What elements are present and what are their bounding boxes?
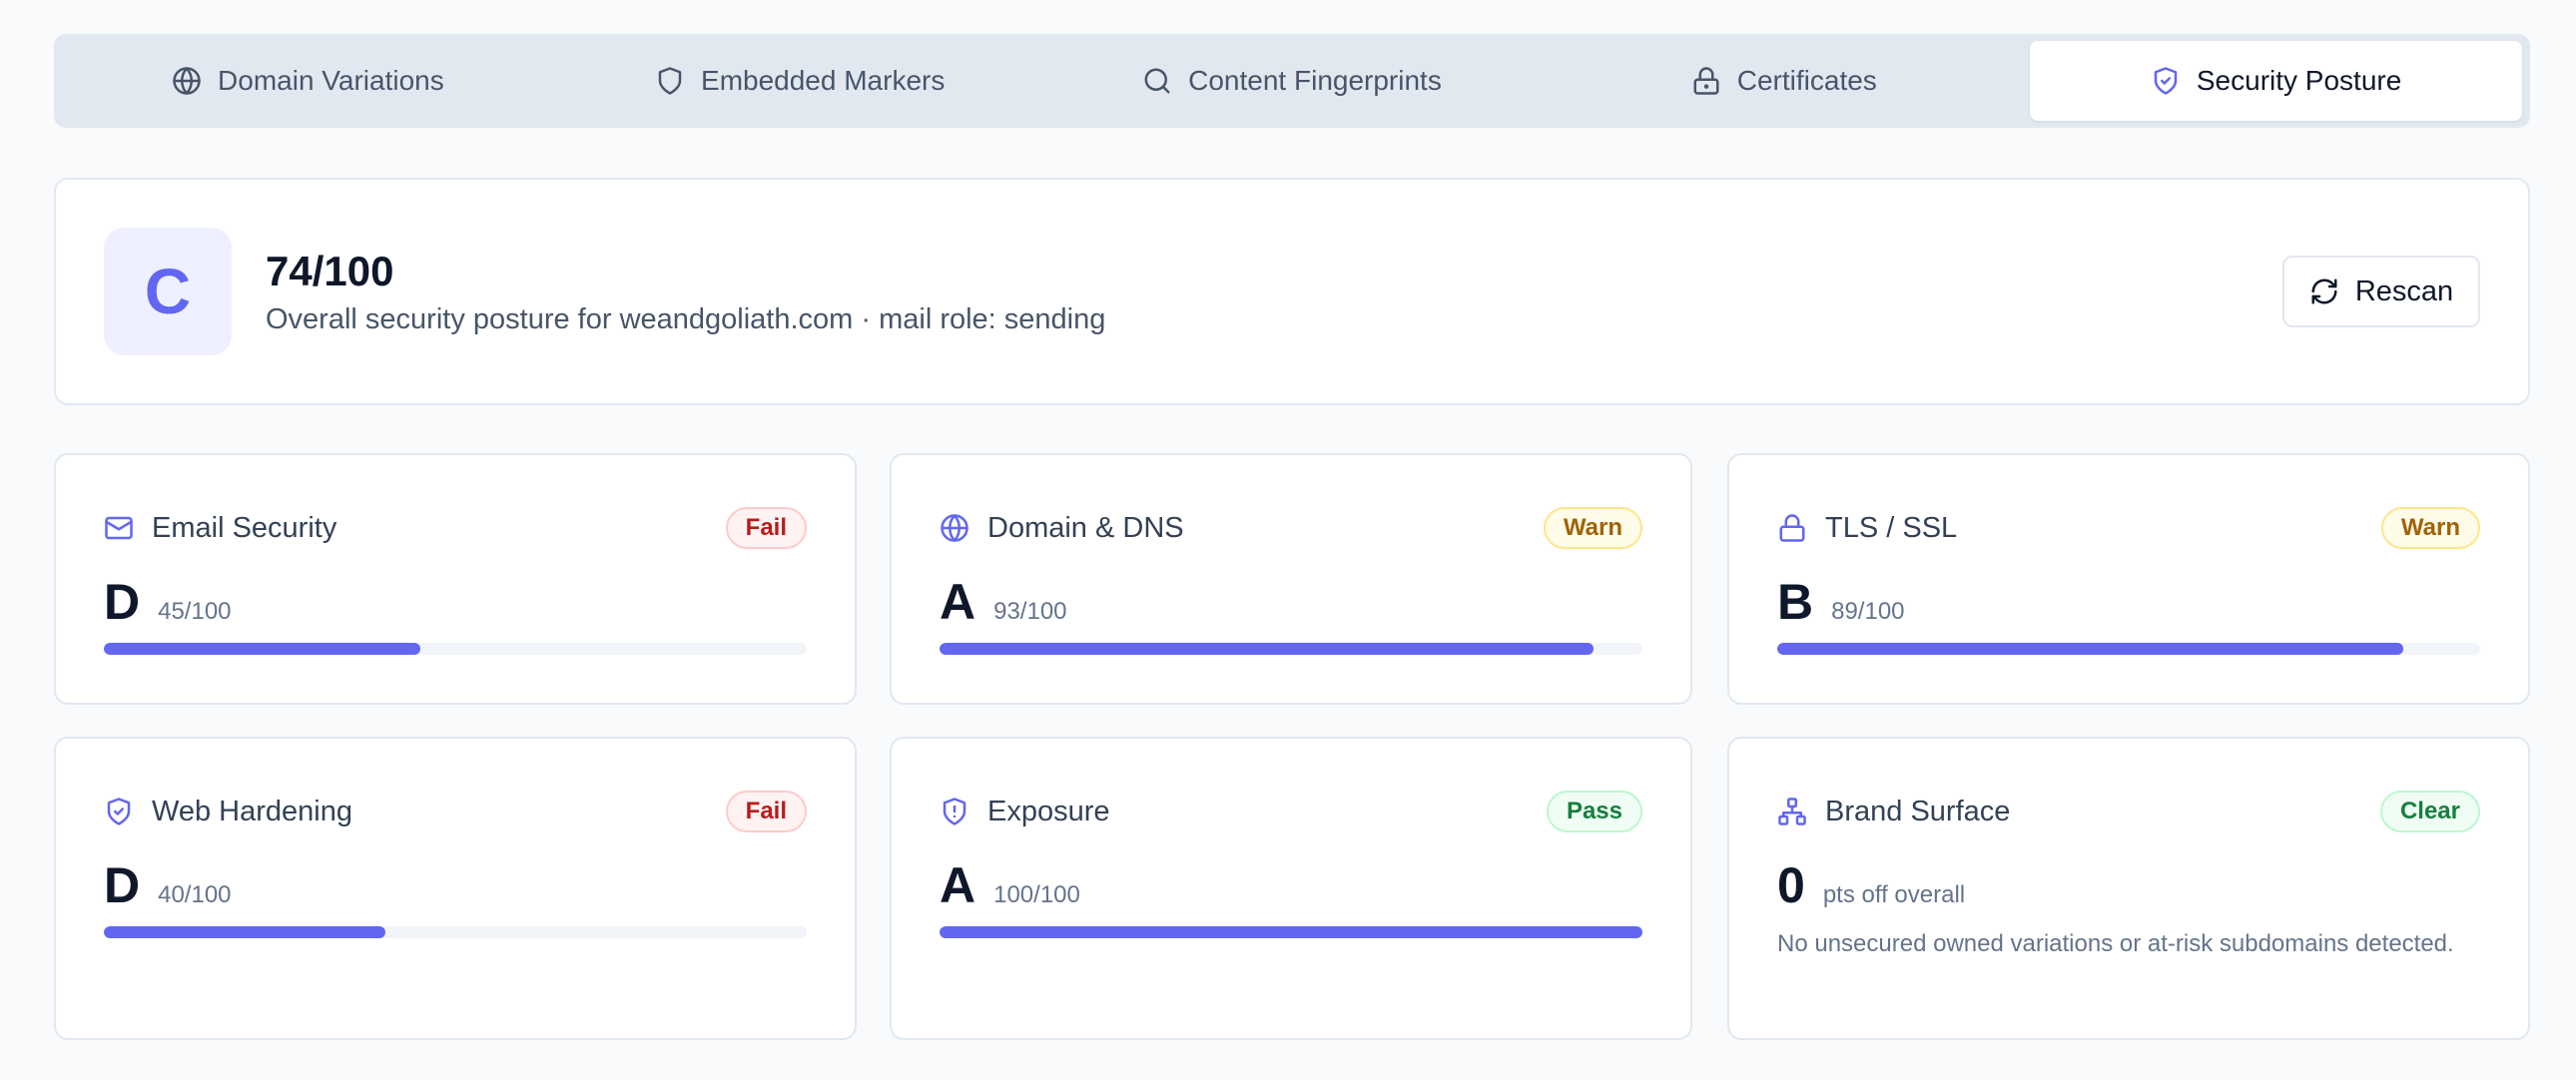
overall-posture-card: C 74/100 Overall security posture for we… [54,178,2530,405]
card-score: 40/100 [158,881,232,908]
card-title: Domain & DNS [987,511,1184,544]
overall-description: Overall security posture for weandgoliat… [266,303,1106,335]
card-points-label: pts off overall [1822,881,1966,908]
shield-alert-icon [943,798,966,825]
tab-embedded-markers[interactable]: Embedded Markers [554,41,1046,121]
card-score: 89/100 [1831,598,1905,625]
card-title: Email Security [152,511,337,544]
tab-security-posture[interactable]: Security Posture [2030,41,2522,121]
score-bar-fill [104,926,385,938]
search-icon [1144,68,1170,94]
overall-score: 74/100 [266,248,394,294]
category-card-tls-ssl: TLS / SSL Warn B 89/100 [1727,453,2530,705]
score-bar-fill [104,643,420,655]
card-grade: D [104,857,141,913]
tab-label: Certificates [1736,65,1877,96]
score-bar [104,643,807,655]
status-badge: Fail [725,507,807,549]
rescan-label: Rescan [2354,274,2454,307]
card-score: 93/100 [993,598,1067,625]
refresh-icon [2311,278,2337,304]
card-grade: B [1777,574,1814,630]
card-grade: A [940,574,976,630]
card-score: 45/100 [158,598,232,625]
overall-grade: C [104,228,232,355]
category-card-exposure: Exposure Pass A 100/100 [890,737,1692,1040]
tab-label: Content Fingerprints [1188,65,1442,96]
category-card-domain-dns: Domain & DNS Warn A 93/100 [890,453,1692,705]
status-badge: Fail [725,791,807,832]
globe-icon [941,514,968,542]
score-bar-fill [1777,643,2403,655]
score-bar-fill [940,643,1594,655]
score-bar [1777,643,2480,655]
score-bar-fill [940,926,1642,938]
card-title: Brand Surface [1825,795,2011,827]
tab-label: Domain Variations [218,65,444,96]
lock-icon [1693,67,1719,95]
tab-certificates[interactable]: Certificates [1538,41,2030,121]
shield-check-icon [2154,67,2178,95]
status-badge: Warn [2380,507,2480,549]
globe-icon [173,67,201,95]
network-icon [1778,798,1806,825]
score-bar [104,926,807,938]
card-grade: D [104,574,141,630]
tab-label: Embedded Markers [701,65,946,96]
rescan-button[interactable]: Rescan [2282,256,2480,327]
lock-icon [1779,514,1805,542]
card-points: 0 [1777,857,1805,913]
tab-content-fingerprints[interactable]: Content Fingerprints [1046,41,1539,121]
shield-check-icon [107,798,131,825]
shield-icon [658,67,682,95]
tab-bar: Domain Variations Embedded Markers Conte… [54,34,2530,128]
status-badge: Clear [2379,791,2480,832]
tab-label: Security Posture [2196,65,2402,96]
card-title: Web Hardening [152,795,352,827]
tab-domain-variations[interactable]: Domain Variations [62,41,554,121]
category-card-web-hardening: Web Hardening Fail D 40/100 [54,737,857,1040]
mail-icon [105,516,133,540]
score-bar [940,643,1642,655]
category-card-email-security: Email Security Fail D 45/100 [54,453,857,705]
status-badge: Warn [1543,507,1642,549]
status-badge: Pass [1546,791,1642,832]
card-grade: A [940,857,976,913]
category-card-brand-surface: Brand Surface Clear 0 pts off overall No… [1727,737,2530,1040]
card-title: Exposure [987,795,1110,827]
card-note: No unsecured owned variations or at-risk… [1777,930,2454,957]
card-title: TLS / SSL [1825,511,1958,544]
score-bar [940,926,1642,938]
card-score: 100/100 [993,881,1080,908]
